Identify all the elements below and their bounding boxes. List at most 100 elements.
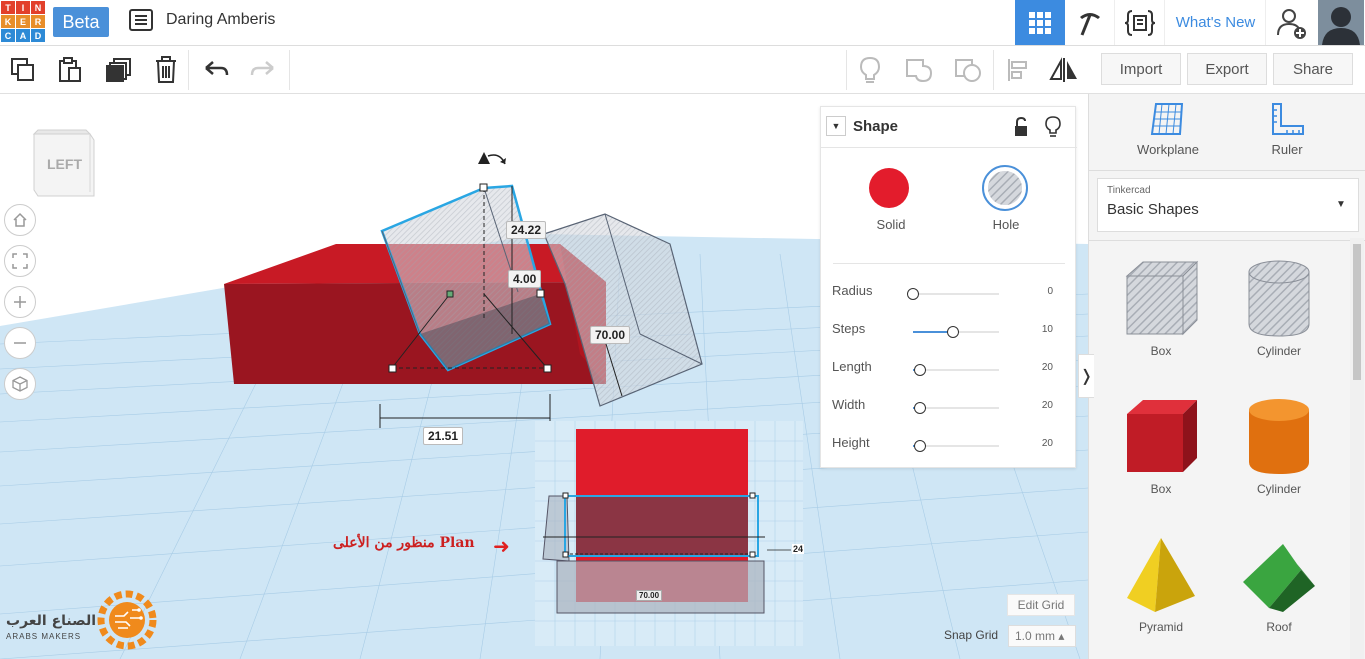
param-name: Radius: [832, 283, 873, 298]
mirror-button[interactable]: [1049, 55, 1079, 85]
zoom-out-button[interactable]: [4, 327, 36, 359]
mirror-icon: [1049, 57, 1077, 82]
shape-tile-pyramid[interactable]: Pyramid: [1101, 520, 1221, 658]
redo-button[interactable]: [248, 55, 278, 85]
share-button[interactable]: Share: [1273, 53, 1353, 85]
param-name: Length: [832, 359, 872, 374]
import-button[interactable]: Import: [1101, 53, 1181, 85]
resize-handle[interactable]: [388, 364, 397, 373]
shape-tile-roof[interactable]: Roof: [1219, 520, 1339, 658]
fit-icon: [12, 253, 28, 269]
cylinder-orange-icon: [1249, 399, 1309, 474]
param-slider-knob[interactable]: [947, 326, 960, 338]
redo-icon: [250, 61, 274, 76]
param-value[interactable]: 20: [1027, 438, 1053, 449]
hole-swatch[interactable]: [982, 165, 1028, 211]
param-slider-knob[interactable]: [907, 288, 919, 300]
shape-tile-box[interactable]: Box: [1101, 382, 1221, 520]
align-button[interactable]: [1003, 55, 1033, 85]
ungroup-button[interactable]: [953, 55, 983, 85]
resize-handle[interactable]: [543, 364, 552, 373]
logo-letter: N: [31, 1, 45, 14]
code-blocks-icon: [1124, 9, 1155, 36]
param-slider[interactable]: [913, 326, 999, 338]
shape-name: Cylinder: [1256, 344, 1301, 358]
ungroup-icon: [955, 59, 981, 82]
home-view-button[interactable]: [4, 204, 36, 236]
lock-icon[interactable]: [1013, 116, 1029, 137]
fit-view-button[interactable]: [4, 245, 36, 277]
workplane-tool[interactable]: Workplane: [1128, 102, 1208, 164]
logo-letter: A: [16, 29, 30, 42]
center-handle[interactable]: [446, 290, 454, 298]
ruler-tool[interactable]: Ruler: [1247, 102, 1327, 164]
toolbar-divider: [993, 50, 994, 90]
param-value[interactable]: 20: [1027, 362, 1053, 373]
resize-handle[interactable]: [536, 289, 545, 298]
param-value[interactable]: 10: [1027, 324, 1053, 335]
shape-name: Box: [1150, 344, 1172, 358]
param-slider-knob[interactable]: [913, 364, 926, 376]
param-slider-knob[interactable]: [913, 402, 926, 414]
copy-button[interactable]: [8, 55, 38, 85]
panel-divider: [1089, 170, 1365, 171]
param-slider[interactable]: [913, 402, 999, 414]
paste-icon: [59, 57, 81, 82]
notes-button[interactable]: [855, 55, 885, 85]
edit-grid-button[interactable]: Edit Grid: [1007, 594, 1075, 616]
rotate-handle[interactable]: [478, 152, 506, 165]
param-value[interactable]: 0: [1027, 286, 1053, 297]
add-user-button[interactable]: [1268, 0, 1316, 45]
design-list-icon[interactable]: [129, 9, 153, 31]
param-value[interactable]: 20: [1027, 400, 1053, 411]
brand-english-text: ARABS MAKERS: [6, 632, 82, 641]
code-blocks-button[interactable]: [1115, 0, 1165, 45]
solid-swatch[interactable]: [866, 165, 912, 211]
grid-view-button[interactable]: [1015, 0, 1065, 45]
collapse-inspector-button[interactable]: ▼: [826, 116, 846, 136]
view-cube[interactable]: LEFT: [30, 126, 96, 198]
export-button[interactable]: Export: [1187, 53, 1267, 85]
group-button[interactable]: [904, 55, 934, 85]
inset-dimension-bottom: 70.00: [636, 590, 663, 601]
zoom-in-button[interactable]: [4, 286, 36, 318]
param-name: Height: [832, 435, 870, 450]
paste-button[interactable]: [55, 55, 85, 85]
scrollbar-thumb[interactable]: [1353, 244, 1361, 380]
param-row-steps: Steps 10: [821, 321, 1077, 351]
shape-library-select[interactable]: Tinkercad Basic Shapes ▼: [1097, 178, 1359, 232]
dimension-elevation-label[interactable]: 4.00: [508, 270, 542, 288]
resize-handle[interactable]: [479, 183, 488, 192]
user-avatar[interactable]: [1318, 0, 1364, 45]
design-title[interactable]: Daring Amberis: [166, 11, 275, 29]
logo-letter: I: [16, 1, 30, 14]
shape-tile-cylinder[interactable]: Cylinder: [1219, 382, 1339, 520]
param-row-length: Length 20: [821, 359, 1077, 389]
param-name: Width: [832, 397, 866, 412]
tinkercad-logo[interactable]: T I N K E R C A D: [0, 0, 45, 43]
perspective-button[interactable]: [4, 368, 36, 400]
collapse-panel-chevron-icon[interactable]: ❭: [1078, 354, 1094, 398]
param-slider-knob[interactable]: [913, 440, 926, 452]
dimension-length-label[interactable]: 70.00: [590, 326, 631, 344]
lightbulb-icon[interactable]: [1045, 116, 1061, 138]
param-slider[interactable]: [913, 440, 999, 452]
inspector-title: Shape: [853, 118, 899, 135]
duplicate-button[interactable]: [104, 55, 134, 85]
dimension-width-label[interactable]: 21.51: [423, 427, 464, 445]
delete-button[interactable]: [151, 55, 181, 85]
dimension-height-label[interactable]: 24.22: [506, 221, 547, 239]
shape-library-scrollbar[interactable]: [1350, 238, 1364, 659]
undo-button[interactable]: [201, 55, 231, 85]
param-slider[interactable]: [907, 288, 999, 300]
edit-toolbar: [0, 46, 1088, 94]
undo-icon: [205, 61, 229, 76]
shape-tile-box-hole[interactable]: Box: [1101, 244, 1221, 382]
shape-name: Roof: [1266, 620, 1292, 634]
param-slider[interactable]: [913, 364, 999, 376]
whats-new-link[interactable]: What's New: [1166, 0, 1266, 45]
shape-tile-cylinder-hole[interactable]: Cylinder: [1219, 244, 1339, 382]
snap-grid-select[interactable]: 1.0 mm ▴: [1008, 625, 1076, 647]
tinker-pickaxe-button[interactable]: [1065, 0, 1115, 45]
logo-letter: R: [31, 15, 45, 28]
